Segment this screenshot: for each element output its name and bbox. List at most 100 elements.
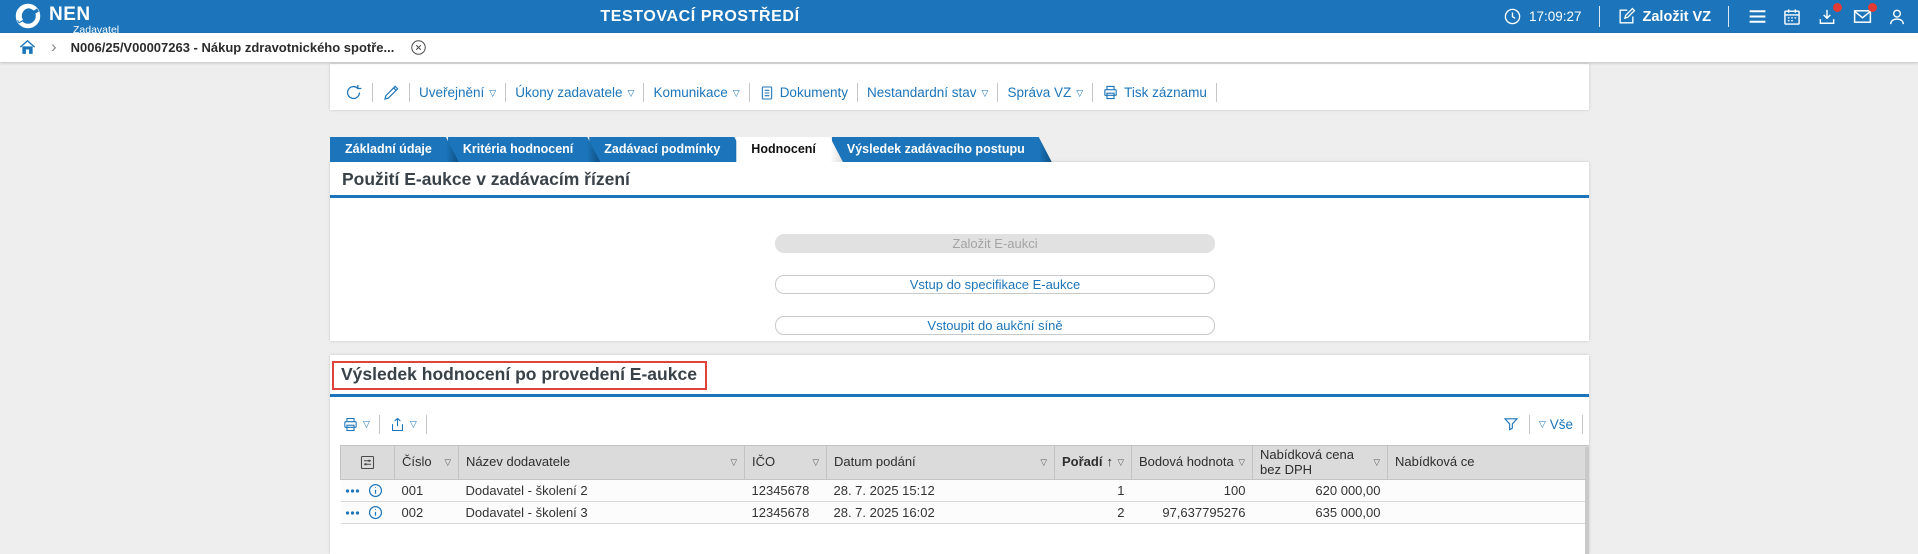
printer-icon <box>344 417 357 431</box>
eauction-section: Použití E-aukce v zadávacím řízení Založ… <box>330 162 1589 341</box>
toolbar-separator <box>378 414 380 434</box>
breadcrumb: › N006/25/V00007263 - Nákup zdravotnické… <box>0 33 1918 62</box>
column-settings-header[interactable] <box>340 445 395 480</box>
grid-filter-button[interactable] <box>1502 415 1520 433</box>
filter-icon: ▽ <box>1117 456 1124 467</box>
table-row[interactable]: 002 Dodavatel - školení 3 12345678 28. 7… <box>340 501 1589 524</box>
section-underline <box>330 195 1589 198</box>
export-icon <box>391 417 403 431</box>
user-profile-button[interactable] <box>1886 6 1908 28</box>
tab-zakladni-udaje[interactable]: Základní údaje <box>330 137 459 162</box>
grid-export-button[interactable]: ▽ <box>389 416 417 433</box>
result-table: Číslo ▽ Název dodavatele ▽ IČO ▽ Datum podá… <box>340 445 1589 524</box>
menu-uverejneni[interactable]: Uveřejnění ▽ <box>419 85 496 100</box>
filter-icon: ▽ <box>1238 456 1245 467</box>
home-button[interactable] <box>18 38 37 57</box>
hamburger-icon <box>1749 10 1765 23</box>
toolbar-separator <box>425 414 427 434</box>
menu-komunikace[interactable]: Komunikace ▽ <box>653 85 739 100</box>
cell-nabidkova-cena: 620 000,00 <box>1252 479 1388 502</box>
top-bar: NEN Zadavatel TESTOVACÍ PROSTŘEDÍ 17:09:… <box>0 0 1918 36</box>
cell-cislo: 001 <box>394 479 459 502</box>
header-ico[interactable]: IČO ▽ <box>744 445 827 480</box>
table-vertical-scrollbar[interactable] <box>1585 447 1589 554</box>
vstup-do-specifikace-button[interactable]: Vstup do specifikace E-aukce <box>775 275 1215 294</box>
header-cislo[interactable]: Číslo ▽ <box>394 445 459 480</box>
toolbar-separator <box>856 83 858 102</box>
menu-ukony-zadavatele[interactable]: Úkony zadavatele ▽ <box>515 85 634 100</box>
header-datum-podani[interactable]: Datum podání ▽ <box>826 445 1055 480</box>
server-time: 17:09:27 <box>1503 7 1582 26</box>
clock-icon <box>1504 8 1521 25</box>
cell-datum-podani: 28. 7. 2025 15:12 <box>826 479 1055 502</box>
header-poradi[interactable]: Pořadí ↑ ▽ <box>1054 445 1132 480</box>
row-menu-icon[interactable] <box>345 509 360 517</box>
brand-name: NEN <box>49 4 91 25</box>
topbar-separator <box>1728 6 1729 27</box>
filter-all-label: Vše <box>1549 416 1573 432</box>
dropdown-icon: ▽ <box>732 87 740 98</box>
grid-filter-all-button[interactable]: ▽ Vše <box>1539 417 1573 432</box>
tab-hodnoceni[interactable]: Hodnocení <box>736 137 843 162</box>
dropdown-icon: ▽ <box>627 87 635 98</box>
tab-kriteria-hodnoceni[interactable]: Kritéria hodnocení <box>448 137 600 162</box>
cell-ico: 12345678 <box>744 501 827 524</box>
toolbar-separator <box>1092 83 1094 102</box>
header-nazev-dodavatele[interactable]: Název dodavatele ▽ <box>458 445 745 480</box>
dropdown-icon: ▽ <box>409 419 417 429</box>
cell-ico: 12345678 <box>744 479 827 502</box>
chevron-right-icon: › <box>51 37 57 56</box>
table-row[interactable]: 001 Dodavatel - školení 2 12345678 28. 7… <box>340 479 1589 502</box>
eauction-section-title: Použití E-aukce v zadávacím řízení <box>342 169 630 189</box>
sort-ascending-icon: ↑ <box>1106 454 1113 470</box>
grid-print-button[interactable]: ▽ <box>342 416 370 433</box>
filter-icon: ▽ <box>1373 456 1380 467</box>
topbar-separator <box>1598 6 1600 27</box>
document-icon <box>761 85 772 100</box>
dropdown-icon: ▽ <box>1538 419 1546 429</box>
downloads-notification-dot <box>1833 2 1842 12</box>
menu-sprava-vz[interactable]: Správa VZ ▽ <box>1007 85 1083 100</box>
result-section-title: Výsledek hodnocení po provedení E-aukce <box>341 364 697 384</box>
zalozit-eaukci-button[interactable]: Založit E-aukci <box>775 234 1215 253</box>
create-vz-label: Založit VZ <box>1642 8 1711 25</box>
nen-logo[interactable]: NEN Zadavatel <box>14 2 119 36</box>
vstoupit-do-aukcni-sine-button[interactable]: Vstoupit do aukční síně <box>775 316 1215 335</box>
edit-button[interactable] <box>382 84 400 102</box>
header-nabidkova-cena-2[interactable]: Nabídková ce <box>1387 445 1589 480</box>
refresh-button[interactable] <box>344 83 363 102</box>
cell-poradi: 2 <box>1054 501 1132 524</box>
cell-datum-podani: 28. 7. 2025 16:02 <box>826 501 1055 524</box>
header-nabidkova-cena-bez-dph[interactable]: Nabídková cena bez DPH ▽ <box>1252 445 1388 480</box>
create-vz-button[interactable]: Založit VZ <box>1617 7 1711 26</box>
downloads-button[interactable] <box>1816 2 1842 28</box>
row-info-icon[interactable] <box>368 505 383 520</box>
breadcrumb-title[interactable]: N006/25/V00007263 - Nákup zdravotnického… <box>71 40 395 55</box>
user-icon <box>1890 9 1904 24</box>
toolbar-separator <box>1215 83 1217 102</box>
menu-dokumenty[interactable]: Dokumenty <box>759 85 848 101</box>
filter-icon: ▽ <box>730 456 737 467</box>
toolbar-separator <box>748 83 750 102</box>
menu-nestandardni-stav[interactable]: Nestandardní stav ▽ <box>867 85 988 100</box>
toolbar-separator <box>997 83 999 102</box>
toolbar-separator <box>372 83 373 102</box>
menu-button[interactable] <box>1746 6 1768 28</box>
cell-nabidkova-cena-2 <box>1387 479 1589 502</box>
close-tab-button[interactable] <box>410 39 427 56</box>
tab-zadavaci-podminky[interactable]: Zadávací podmínky <box>589 137 747 162</box>
calendar-button[interactable] <box>1781 6 1803 28</box>
toolbar-separator <box>1528 414 1530 434</box>
row-info-icon[interactable] <box>368 483 383 498</box>
row-menu-icon[interactable] <box>345 487 360 495</box>
column-settings-icon <box>360 455 375 470</box>
tab-vysledek-zadavaciho-postupu[interactable]: Výsledek zadávacího postupu <box>832 137 1052 162</box>
messages-button[interactable] <box>1851 2 1877 28</box>
header-bodova-hodnota[interactable]: Bodová hodnota ▽ <box>1131 445 1253 480</box>
record-toolbar-panel: Uveřejnění ▽ Úkony zadavatele ▽ Komunikace… <box>330 64 1589 110</box>
menu-tisk-zaznamu[interactable]: Tisk záznamu <box>1102 84 1207 101</box>
refresh-icon <box>346 84 362 100</box>
cell-nazev-dodavatele: Dodavatel - školení 2 <box>458 479 745 502</box>
close-icon <box>411 40 427 55</box>
funnel-icon <box>1503 418 1519 431</box>
